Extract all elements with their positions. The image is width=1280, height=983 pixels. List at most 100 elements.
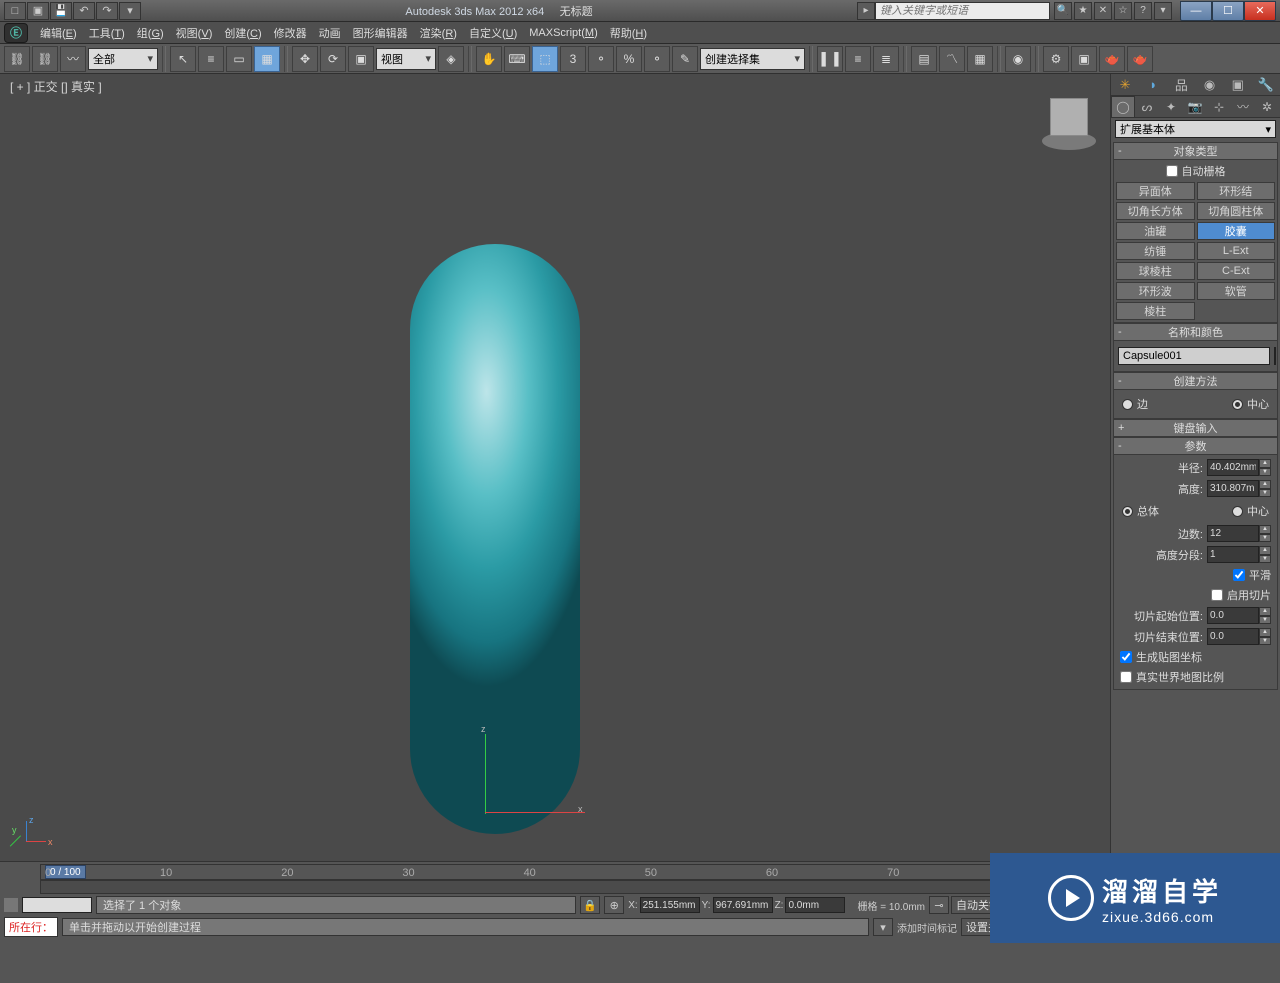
material-editor-icon[interactable]: ◉ — [1005, 46, 1031, 72]
menu-modifiers[interactable]: 修改器 — [268, 22, 313, 44]
btn-prism[interactable]: 棱柱 — [1116, 302, 1195, 320]
menu-group[interactable]: 组(G) — [131, 22, 170, 44]
cat-geometry-icon[interactable]: ◯ — [1111, 96, 1135, 117]
qat-open-icon[interactable]: ▣ — [27, 2, 49, 20]
rect-region-icon[interactable]: ▭ — [226, 46, 252, 72]
radio-centers[interactable]: 中心 — [1232, 503, 1269, 519]
tab-motion-icon[interactable]: ◉ — [1196, 74, 1224, 95]
capsule-object[interactable] — [410, 244, 580, 834]
radio-overall[interactable]: 总体 — [1122, 503, 1159, 519]
btn-oiltank[interactable]: 油罐 — [1116, 222, 1195, 240]
menu-maxscript[interactable]: MAXScript(M) — [523, 24, 603, 42]
tab-create-icon[interactable]: ✳ — [1111, 74, 1139, 95]
menu-create[interactable]: 创建(C) — [218, 22, 267, 44]
viewcube[interactable] — [1038, 94, 1098, 154]
radius-spinner[interactable]: ▲▼ — [1207, 459, 1271, 476]
btn-ringwave[interactable]: 环形波 — [1116, 282, 1195, 300]
btn-chamfer-box[interactable]: 切角长方体 — [1116, 202, 1195, 220]
height-spinner[interactable]: ▲▼ — [1207, 480, 1271, 497]
spinner-snap-icon[interactable]: ⚬ — [644, 46, 670, 72]
rollout-header[interactable]: -对象类型 — [1113, 142, 1278, 160]
help-search-input[interactable] — [875, 2, 1050, 20]
qat-undo-icon[interactable]: ↶ — [73, 2, 95, 20]
rollout-header[interactable]: -创建方法 — [1113, 372, 1278, 390]
slice-on-checkbox[interactable] — [1211, 589, 1223, 601]
favorite-icon[interactable]: ☆ — [1114, 2, 1132, 20]
gen-uv-checkbox[interactable] — [1120, 651, 1132, 663]
btn-torus-knot[interactable]: 环形结 — [1197, 182, 1276, 200]
schematic-view-icon[interactable]: ▦ — [967, 46, 993, 72]
btn-l-ext[interactable]: L-Ext — [1197, 242, 1276, 260]
layers-icon[interactable]: ≣ — [873, 46, 899, 72]
viewport-label[interactable]: [ + ] 正交 [] 真实 ] — [10, 78, 102, 95]
btn-capsule[interactable]: 胶囊 — [1197, 222, 1276, 240]
rollout-header[interactable]: +键盘输入 — [1113, 419, 1278, 437]
cat-cameras-icon[interactable]: 📷 — [1183, 96, 1207, 117]
tab-utilities-icon[interactable]: 🔧 — [1252, 74, 1280, 95]
btn-gengon[interactable]: 球棱柱 — [1116, 262, 1195, 280]
sides-spinner[interactable]: ▲▼ — [1207, 525, 1271, 542]
curve-editor-icon[interactable]: 〽 — [939, 46, 965, 72]
rendered-frame-icon[interactable]: ▣ — [1071, 46, 1097, 72]
auto-grid-checkbox[interactable] — [1166, 165, 1178, 177]
exchange-icon[interactable]: ✕ — [1094, 2, 1112, 20]
render-setup-icon[interactable]: ⚙ — [1043, 46, 1069, 72]
radio-edge[interactable]: 边 — [1122, 396, 1148, 412]
script-listener-icon[interactable] — [4, 898, 18, 912]
unlink-icon[interactable]: ⛓ — [32, 46, 58, 72]
rollout-header[interactable]: -名称和颜色 — [1113, 323, 1278, 341]
menu-views[interactable]: 视图(V) — [170, 22, 219, 44]
menu-graph-editors[interactable]: 图形编辑器 — [347, 22, 414, 44]
x-input[interactable] — [640, 897, 700, 913]
menu-animation[interactable]: 动画 — [313, 22, 347, 44]
z-input[interactable] — [785, 897, 845, 913]
ref-coord-dropdown[interactable]: 视图▾ — [376, 48, 436, 70]
rollout-header[interactable]: -参数 — [1113, 437, 1278, 455]
render-iterative-icon[interactable]: 🫖 — [1127, 46, 1153, 72]
snaps-toggle-icon[interactable]: ⬚ — [532, 46, 558, 72]
btn-hedra[interactable]: 异面体 — [1116, 182, 1195, 200]
script-mini-listener[interactable] — [22, 897, 92, 913]
qat-save-icon[interactable]: 💾 — [50, 2, 72, 20]
select-object-icon[interactable]: ↖ — [170, 46, 196, 72]
graphite-ribbon-icon[interactable]: ▤ — [911, 46, 937, 72]
cat-helpers-icon[interactable]: ⊹ — [1207, 96, 1231, 117]
geometry-category-dropdown[interactable]: 扩展基本体▾ — [1115, 120, 1276, 138]
time-tag-icon[interactable]: ▾ — [873, 918, 893, 936]
gizmo-z-axis[interactable] — [485, 734, 486, 814]
radio-center[interactable]: 中心 — [1232, 396, 1269, 412]
cat-shapes-icon[interactable]: ᔕ — [1135, 96, 1159, 117]
percent-snap-icon[interactable]: % — [616, 46, 642, 72]
viewcube-cube-icon[interactable] — [1050, 98, 1088, 136]
binoculars-icon[interactable]: 🔍 — [1054, 2, 1072, 20]
move-icon[interactable]: ✥ — [292, 46, 318, 72]
slice-from-spinner[interactable]: ▲▼ — [1207, 607, 1271, 624]
infocenter-arrow-icon[interactable]: ▸ — [857, 2, 875, 20]
keyboard-shortcut-icon[interactable]: ⌨ — [504, 46, 530, 72]
select-by-name-icon[interactable]: ≡ — [198, 46, 224, 72]
close-button[interactable]: ✕ — [1244, 1, 1276, 21]
subscription-icon[interactable]: ★ — [1074, 2, 1092, 20]
tab-hierarchy-icon[interactable]: 品 — [1167, 74, 1195, 95]
rotate-icon[interactable]: ⟳ — [320, 46, 346, 72]
btn-hose[interactable]: 软管 — [1197, 282, 1276, 300]
qat-redo-icon[interactable]: ↷ — [96, 2, 118, 20]
viewport[interactable]: [ + ] 正交 [] 真实 ] z x zxy — [0, 74, 1110, 861]
angle-snap-3-icon[interactable]: 3 — [560, 46, 586, 72]
tab-display-icon[interactable]: ▣ — [1224, 74, 1252, 95]
angle-snap-icon[interactable]: ⚬ — [588, 46, 614, 72]
qat-dropdown-icon[interactable]: ▾ — [119, 2, 141, 20]
manipulate-icon[interactable]: ✋ — [476, 46, 502, 72]
link-icon[interactable]: ⛓ — [4, 46, 30, 72]
btn-chamfer-cyl[interactable]: 切角圆柱体 — [1197, 202, 1276, 220]
object-name-input[interactable] — [1118, 347, 1270, 365]
object-color-swatch[interactable] — [1274, 347, 1276, 365]
key-mode-icon[interactable]: ⊸ — [929, 896, 949, 914]
y-input[interactable] — [713, 897, 773, 913]
qat-new-icon[interactable]: □ — [4, 2, 26, 20]
lock-selection-icon[interactable]: 🔒 — [580, 896, 600, 914]
gizmo-x-axis[interactable] — [485, 812, 585, 813]
align-icon[interactable]: ≡ — [845, 46, 871, 72]
menu-tools[interactable]: 工具(T) — [83, 22, 131, 44]
minimize-button[interactable]: — — [1180, 1, 1212, 21]
